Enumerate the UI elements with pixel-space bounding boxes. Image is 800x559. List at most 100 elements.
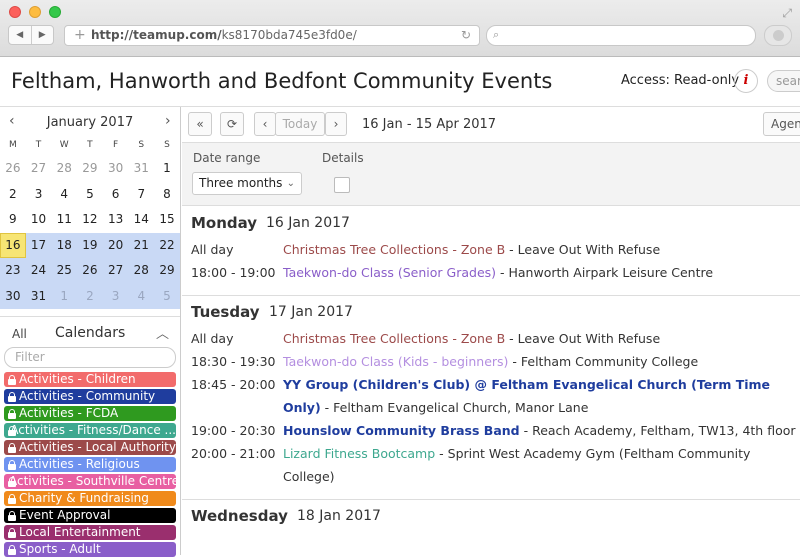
calendar-item[interactable]: Activities - FCDA [4,406,176,421]
app-header: Feltham, Hanworth and Bedfont Community … [0,57,800,107]
event-row[interactable]: 19:00 - 20:30 Hounslow Community Brass Ba… [182,419,800,442]
calendar-day[interactable]: 17 [25,232,52,258]
search-input[interactable]: sear [767,70,800,92]
calendar-day[interactable]: 2 [77,283,103,309]
calendar-day[interactable]: 27 [102,258,129,284]
calendar-day[interactable]: 2 [0,182,26,208]
calendar-day[interactable]: 1 [154,156,180,182]
calendar-day[interactable]: 8 [154,182,180,208]
event-row[interactable]: 18:00 - 19:00 Taekwon-do Class (Senior Gr… [182,261,800,284]
event-row[interactable]: 18:30 - 19:30 Taekwon-do Class (Kids - be… [182,350,800,373]
sidebar: ‹ January 2017 › MTWTFSS 26 27 28 29 30 31 1 2 3… [0,107,181,557]
calendar-day[interactable]: 29 [154,258,180,284]
event-title[interactable]: Taekwon-do Class (Kids - beginners) [283,354,508,369]
calendar-day[interactable]: 3 [26,182,52,208]
calendar-day[interactable]: 28 [51,156,77,182]
event-title[interactable]: Christmas Tree Collections - Zone B [283,331,505,346]
calendar-day[interactable]: 29 [77,156,103,182]
lock-icon [7,408,17,419]
calendar-day[interactable]: 26 [0,156,26,182]
details-checkbox[interactable] [334,177,350,193]
calendar-item[interactable]: Event Approval [4,508,176,523]
calendar-item[interactable]: Activities - Fitness/Dance ... [4,423,176,438]
next-month-button[interactable]: › [165,113,171,129]
calendar-day[interactable]: 19 [77,232,103,258]
calendar-day[interactable]: 20 [102,232,129,258]
minimize-window-button[interactable] [29,6,41,18]
calendar-day[interactable]: 26 [77,258,103,284]
day-header: Wednesday 18 Jan 2017 [182,500,800,531]
next-period-button[interactable]: › [325,112,347,136]
event-row[interactable]: 20:00 - 21:00 Lizard Fitness Bootcamp - S… [182,442,800,488]
event-row[interactable]: 18:45 - 20:00 YY Group (Children's Club) … [182,373,800,419]
calendar-day[interactable]: 1 [51,283,78,309]
calendar-item[interactable]: Activities - Children [4,372,176,387]
forward-button[interactable]: ▶ [32,26,54,44]
calendar-item[interactable]: Local Entertainment [4,525,176,540]
calendar-filter-input[interactable]: Filter [4,347,176,368]
close-window-button[interactable] [9,6,21,18]
fullscreen-icon[interactable]: ⤢ [782,6,792,21]
calendar-day[interactable]: 30 [0,283,26,309]
calendar-day[interactable]: 24 [25,258,52,284]
url-bar[interactable]: + http://teamup.com/ks8170bda745e3fd0e/ … [64,25,480,46]
event-location: - Reach Academy, Feltham, TW13, 4th floo… [519,423,796,438]
browser-search-input[interactable]: ⌕ [486,25,756,46]
event-title[interactable]: Taekwon-do Class (Senior Grades) [283,265,496,280]
calendar-item[interactable]: Activities - Religious [4,457,176,472]
view-selector[interactable]: Agen [763,112,800,136]
refresh-button[interactable]: ⟳ [220,112,244,136]
calendar-day[interactable]: 18 [51,232,78,258]
calendar-day[interactable]: 14 [128,207,154,233]
calendar-day[interactable]: 15 [154,207,180,233]
back-button[interactable]: ◀ [9,26,32,44]
calendar-day[interactable]: 22 [154,232,180,258]
event-title[interactable]: Hounslow Community Brass Band [283,423,520,438]
calendar-day[interactable]: 10 [26,207,52,233]
event-row[interactable]: All day Christmas Tree Collections - Zone… [182,327,800,350]
calendar-day[interactable]: 25 [51,258,78,284]
calendar-day[interactable]: 5 [154,283,180,309]
select-all-calendars[interactable]: All [12,327,27,341]
calendar-day[interactable]: 7 [128,182,154,208]
event-title[interactable]: Lizard Fitness Bootcamp [283,446,435,461]
calendar-day[interactable]: 4 [51,182,77,208]
calendar-day[interactable]: 21 [128,232,155,258]
calendar-day[interactable]: 31 [25,283,52,309]
new-tab-icon[interactable]: + [74,26,86,45]
calendar-day[interactable]: 12 [77,207,103,233]
calendar-day[interactable]: 4 [128,283,155,309]
calendar-day[interactable]: 23 [0,258,26,284]
maximize-window-button[interactable] [49,6,61,18]
calendar-item[interactable]: Activities - Local Authority [4,440,176,455]
chevron-up-icon[interactable]: ︿ [156,323,169,342]
calendar-day[interactable]: 3 [102,283,129,309]
today-button[interactable]: Today [275,112,325,136]
calendar-day[interactable]: 27 [26,156,52,182]
calendar-day-today[interactable]: 16 [0,232,26,258]
calendar-day[interactable]: 11 [51,207,77,233]
calendar-day[interactable]: 9 [0,207,26,233]
date-range-select[interactable]: Three months ⌄ [192,172,302,195]
extension-button[interactable] [764,25,792,46]
access-status: Access: Read-only [621,73,740,88]
calendar-day[interactable]: 6 [103,182,129,208]
calendar-item[interactable]: Activities - Southville Centre [4,474,176,489]
info-icon[interactable]: i [734,69,758,93]
calendar-day[interactable]: 5 [77,182,103,208]
calendar-item[interactable]: Charity & Fundraising [4,491,176,506]
day-date: 16 Jan 2017 [266,215,350,231]
calendar-day[interactable]: 28 [128,258,155,284]
calendar-item-label: Local Entertainment [19,525,141,539]
jump-back-button[interactable]: « [188,112,212,136]
reload-icon[interactable]: ↻ [461,26,471,45]
calendar-day[interactable]: 31 [128,156,154,182]
calendar-day[interactable]: 30 [103,156,129,182]
weekday-label: M [8,140,17,150]
event-row[interactable]: All day Christmas Tree Collections - Zone… [182,238,800,261]
event-title[interactable]: Christmas Tree Collections - Zone B [283,242,505,257]
prev-period-button[interactable]: ‹ [254,112,276,136]
lock-icon [7,459,17,470]
calendar-day[interactable]: 13 [103,207,129,233]
calendar-item[interactable]: Activities - Community [4,389,176,404]
